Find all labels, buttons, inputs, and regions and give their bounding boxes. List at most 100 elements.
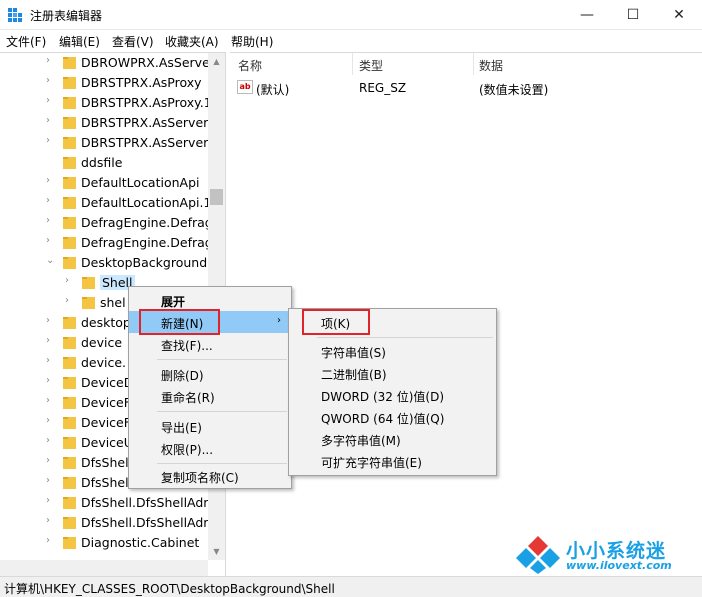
submenu-expandable-string-value[interactable]: 可扩充字符串值(E) xyxy=(289,450,496,472)
menu-bar: 文件(F) 编辑(E) 查看(V) 收藏夹(A) 帮助(H) xyxy=(0,30,702,51)
annotation-box xyxy=(302,309,370,335)
folder-icon xyxy=(63,477,76,489)
column-header-type[interactable]: 类型 xyxy=(359,57,383,74)
tree-item[interactable]: › DBRSTPRX.AsServer.1 xyxy=(0,133,210,153)
expand-arrow-icon[interactable]: › xyxy=(65,295,69,306)
tree-item-label: DeviceD xyxy=(81,375,134,390)
expand-arrow-icon[interactable]: › xyxy=(46,95,50,106)
column-divider[interactable] xyxy=(352,53,353,75)
ctx-find[interactable]: 查找(F)... xyxy=(129,333,291,355)
tree-item[interactable]: › Diagnostic.Cabinet xyxy=(0,533,210,553)
tree-item[interactable]: › DefaultLocationApi xyxy=(0,173,210,193)
scroll-thumb[interactable] xyxy=(210,189,223,205)
close-button[interactable]: ✕ xyxy=(656,0,702,30)
expand-arrow-icon[interactable]: › xyxy=(46,415,50,426)
menu-help[interactable]: 帮助(H) xyxy=(231,33,273,50)
maximize-button[interactable]: ☐ xyxy=(610,0,656,30)
ctx-export[interactable]: 导出(E) xyxy=(129,415,291,437)
expand-arrow-icon[interactable]: › xyxy=(46,75,50,86)
column-divider[interactable] xyxy=(473,53,474,75)
tree-item[interactable]: ddsfile xyxy=(0,153,210,173)
expand-arrow-icon[interactable]: › xyxy=(46,135,50,146)
menu-file[interactable]: 文件(F) xyxy=(6,33,46,50)
folder-icon xyxy=(63,257,76,269)
folder-icon xyxy=(63,357,76,369)
tree-item-label: DfsShell.DfsShellAdmi xyxy=(81,495,208,510)
tree-item[interactable]: › DfsShell.DfsShellAdmi xyxy=(0,493,210,513)
tree-item-label: DfsShell xyxy=(81,455,133,470)
tree-item-label: DBRSTPRX.AsProxy xyxy=(81,75,202,90)
tree-item[interactable]: › DBRSTPRX.AsServer xyxy=(0,113,210,133)
watermark-url: www.ilovext.com xyxy=(566,559,672,572)
tree-item[interactable]: › DBROWPRX.AsServer xyxy=(0,53,210,73)
tree-item-label: DefragEngine.DefragE xyxy=(81,235,208,250)
expand-arrow-icon[interactable]: › xyxy=(46,315,50,326)
tree-item[interactable]: › DefaultLocationApi.1 xyxy=(0,193,210,213)
menu-divider xyxy=(157,359,287,360)
folder-icon xyxy=(63,157,76,169)
folder-icon xyxy=(63,537,76,549)
menu-divider xyxy=(157,411,287,412)
collapse-arrow-icon[interactable]: ⌄ xyxy=(46,255,54,266)
ctx-copy-key-name[interactable]: 复制项名称(C) xyxy=(129,465,291,487)
minimize-button[interactable]: — xyxy=(564,0,610,30)
expand-arrow-icon[interactable]: › xyxy=(46,395,50,406)
tree-item[interactable]: › DfsShell.DfsShellAdmi xyxy=(0,513,210,533)
folder-icon xyxy=(63,57,76,69)
submenu-qword-value[interactable]: QWORD (64 位)值(Q) xyxy=(289,406,496,428)
folder-icon xyxy=(63,177,76,189)
tree-item[interactable]: ⌄ DesktopBackground xyxy=(0,253,210,273)
column-header-data[interactable]: 数据 xyxy=(479,57,503,74)
expand-arrow-icon[interactable]: › xyxy=(46,375,50,386)
scroll-down-arrow-icon[interactable]: ▼ xyxy=(208,543,225,560)
folder-icon xyxy=(63,377,76,389)
watermark-logo: 小小系统迷 www.ilovext.com xyxy=(514,534,698,574)
expand-arrow-icon[interactable]: › xyxy=(46,515,50,526)
ctx-rename[interactable]: 重命名(R) xyxy=(129,385,291,407)
folder-icon xyxy=(63,517,76,529)
submenu-multi-string-value[interactable]: 多字符串值(M) xyxy=(289,428,496,450)
tree-item-label: DefaultLocationApi xyxy=(81,175,200,190)
ctx-delete[interactable]: 删除(D) xyxy=(129,363,291,385)
ctx-expand[interactable]: 展开 xyxy=(129,289,291,311)
tree-item-label: DefaultLocationApi.1 xyxy=(81,195,208,210)
folder-icon xyxy=(63,77,76,89)
tree-horizontal-scrollbar[interactable] xyxy=(0,560,208,576)
window-title: 注册表编辑器 xyxy=(30,9,103,23)
tree-item-label: ddsfile xyxy=(81,155,123,170)
menu-view[interactable]: 查看(V) xyxy=(112,33,154,50)
folder-icon xyxy=(82,277,95,289)
scroll-up-arrow-icon[interactable]: ▲ xyxy=(208,53,225,70)
folder-icon xyxy=(63,417,76,429)
expand-arrow-icon[interactable]: › xyxy=(46,235,50,246)
expand-arrow-icon[interactable]: › xyxy=(46,455,50,466)
expand-arrow-icon[interactable]: › xyxy=(46,355,50,366)
expand-arrow-icon[interactable]: › xyxy=(46,475,50,486)
expand-arrow-icon[interactable]: › xyxy=(46,335,50,346)
folder-icon xyxy=(82,297,95,309)
menu-edit[interactable]: 编辑(E) xyxy=(59,33,100,50)
tree-item[interactable]: › DBRSTPRX.AsProxy.1 xyxy=(0,93,210,113)
tree-item[interactable]: › DefragEngine.DefragE xyxy=(0,233,210,253)
submenu-string-value[interactable]: 字符串值(S) xyxy=(289,340,496,362)
submenu-binary-value[interactable]: 二进制值(B) xyxy=(289,362,496,384)
expand-arrow-icon[interactable]: › xyxy=(46,435,50,446)
expand-arrow-icon[interactable]: › xyxy=(46,535,50,546)
tree-item-label: device xyxy=(81,335,123,350)
expand-arrow-icon[interactable]: › xyxy=(46,215,50,226)
column-header-name[interactable]: 名称 xyxy=(238,57,262,74)
menu-favorites[interactable]: 收藏夹(A) xyxy=(165,33,219,50)
folder-icon xyxy=(63,397,76,409)
expand-arrow-icon[interactable]: › xyxy=(46,175,50,186)
expand-arrow-icon[interactable]: › xyxy=(46,55,50,66)
regedit-icon xyxy=(8,8,22,22)
expand-arrow-icon[interactable]: › xyxy=(46,115,50,126)
ctx-permissions[interactable]: 权限(P)... xyxy=(129,437,291,459)
tree-item[interactable]: › DefragEngine.DefragE xyxy=(0,213,210,233)
submenu-dword-value[interactable]: DWORD (32 位)值(D) xyxy=(289,384,496,406)
tree-item-label: DBRSTPRX.AsServer.1 xyxy=(81,135,208,150)
expand-arrow-icon[interactable]: › xyxy=(46,195,50,206)
expand-arrow-icon[interactable]: › xyxy=(46,495,50,506)
expand-arrow-icon[interactable]: › xyxy=(65,275,69,286)
tree-item[interactable]: › DBRSTPRX.AsProxy xyxy=(0,73,210,93)
